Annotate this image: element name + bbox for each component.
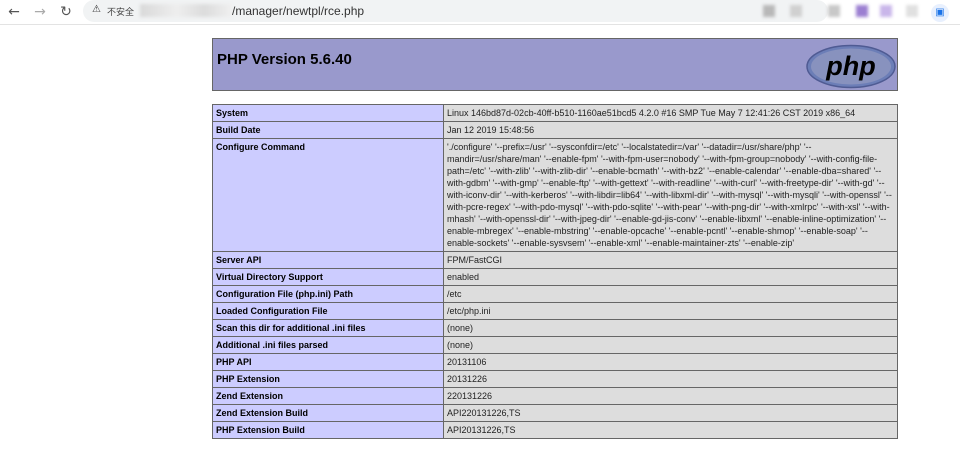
back-icon[interactable]: ← xyxy=(4,2,24,22)
page-title: PHP Version 5.6.40 xyxy=(217,51,352,68)
table-row: Loaded Configuration File/etc/php.ini xyxy=(212,302,898,320)
extension-icon[interactable] xyxy=(763,5,775,17)
extension-icon[interactable] xyxy=(880,5,892,17)
table-row: PHP Extension Build API20131226,TS xyxy=(212,421,898,439)
row-value: './configure' '--prefix=/usr' '--sysconf… xyxy=(443,138,898,252)
row-value: (none) xyxy=(443,319,898,337)
row-label: Build Date xyxy=(212,121,444,139)
row-value: 220131226 xyxy=(443,387,898,405)
row-label: Scan this dir for additional .ini files xyxy=(212,319,444,337)
row-label: Server API xyxy=(212,251,444,269)
toolbar-divider xyxy=(0,24,960,25)
blurred-host xyxy=(140,4,232,17)
table-row: Build Date Jan 12 2019 15:48:56 xyxy=(212,121,898,139)
row-value: Linux 146bd87d-02cb-40ff-b510-1160ae51bc… xyxy=(443,104,898,122)
row-label: PHP Extension xyxy=(212,370,444,388)
row-label: Virtual Directory Support xyxy=(212,268,444,286)
table-row: Virtual Directory Support enabled xyxy=(212,268,898,286)
table-row: Scan this dir for additional .ini files(… xyxy=(212,319,898,337)
row-value: 20131106 xyxy=(443,353,898,371)
table-row: Additional .ini files parsed (none) xyxy=(212,336,898,354)
table-row: System Linux 146bd87d-02cb-40ff-b510-1160… xyxy=(212,104,898,122)
row-label: Zend Extension xyxy=(212,387,444,405)
browser-toolbar: ← → ↻ ⚠ 不安全 /manager/newtpl/rce.php ▣ xyxy=(0,0,960,24)
table-row: PHP Extension 20131226 xyxy=(212,370,898,388)
php-logo-text: php xyxy=(825,51,875,81)
url-path[interactable]: /manager/newtpl/rce.php xyxy=(232,4,364,18)
table-row: Server API FPM/FastCGI xyxy=(212,251,898,269)
row-value: enabled xyxy=(443,268,898,286)
php-header: PHP Version 5.6.40 php xyxy=(212,38,898,91)
table-row: Configure Command './configure' '--prefix… xyxy=(212,138,898,252)
php-logo: php xyxy=(806,44,896,89)
row-value: Jan 12 2019 15:48:56 xyxy=(443,121,898,139)
info-table: System Linux 146bd87d-02cb-40ff-b510-1160… xyxy=(212,104,898,439)
row-label: Configure Command xyxy=(212,138,444,252)
forward-icon[interactable]: → xyxy=(30,2,50,22)
table-row: Zend Extension Build API220131226,TS xyxy=(212,404,898,422)
row-value: (none) xyxy=(443,336,898,354)
row-label: PHP API xyxy=(212,353,444,371)
extension-icon[interactable] xyxy=(906,5,918,17)
extension-icon[interactable] xyxy=(828,5,840,17)
row-label: Configuration File (php.ini) Path xyxy=(212,285,444,303)
row-label: Loaded Configuration File xyxy=(212,302,444,320)
row-label: System xyxy=(212,104,444,122)
row-label: Additional .ini files parsed xyxy=(212,336,444,354)
table-row: PHP API 20131106 xyxy=(212,353,898,371)
row-label: Zend Extension Build xyxy=(212,404,444,422)
extension-icon[interactable] xyxy=(790,5,802,17)
extension-icon[interactable] xyxy=(856,5,868,17)
insecure-label[interactable]: 不安全 xyxy=(107,5,134,18)
row-value: API220131226,TS xyxy=(443,404,898,422)
row-value: 20131226 xyxy=(443,370,898,388)
table-row: Configuration File (php.ini) Path/etc xyxy=(212,285,898,303)
table-row: Zend Extension 220131226 xyxy=(212,387,898,405)
row-label: PHP Extension Build xyxy=(212,421,444,439)
warning-icon[interactable]: ⚠ xyxy=(92,4,101,15)
row-value: /etc xyxy=(443,285,898,303)
row-value: API20131226,TS xyxy=(443,421,898,439)
reload-icon[interactable]: ↻ xyxy=(56,2,76,22)
row-value: /etc/php.ini xyxy=(443,302,898,320)
lens-icon[interactable]: ▣ xyxy=(931,4,949,22)
row-value: FPM/FastCGI xyxy=(443,251,898,269)
